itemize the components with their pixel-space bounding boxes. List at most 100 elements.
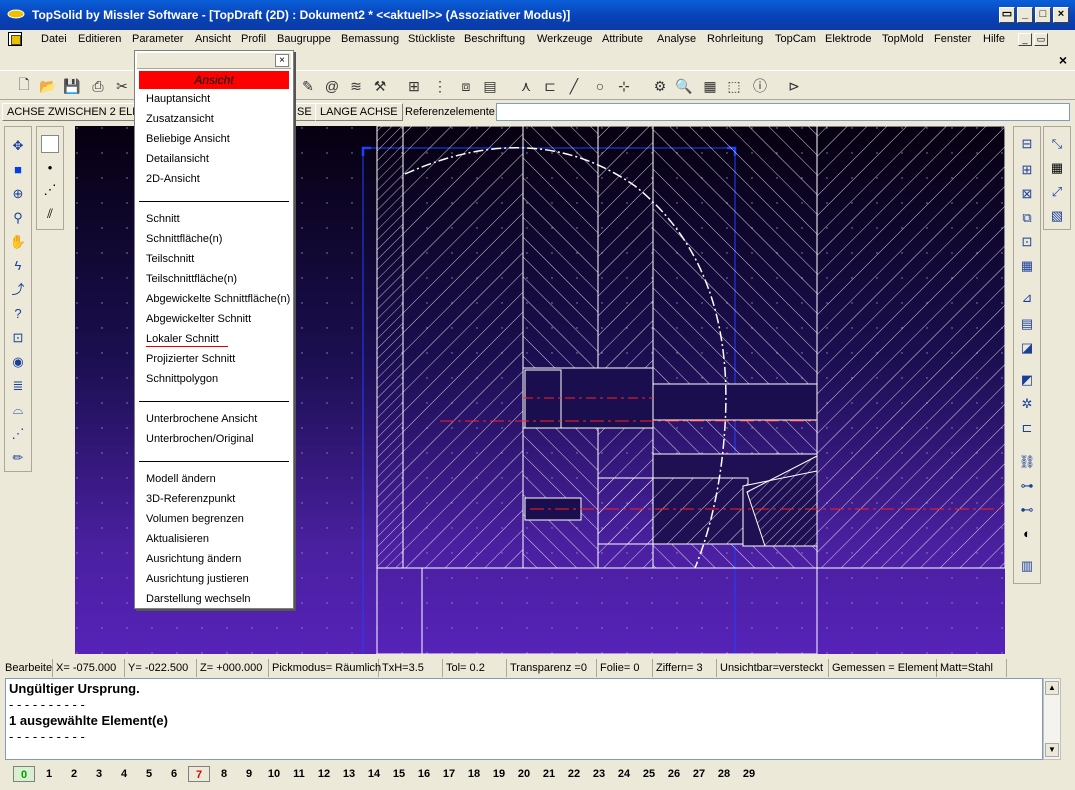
page-tab[interactable]: 21 (538, 766, 560, 782)
menu-editieren[interactable]: Editieren (78, 33, 121, 45)
menu-item-schnittpolygon[interactable]: Schnittpolygon (146, 373, 218, 385)
page-tab[interactable]: 10 (263, 766, 285, 782)
menu-item-darstellung-wechseln[interactable]: Darstellung wechseln (146, 593, 251, 605)
status-invisible[interactable]: Unsichtbar=versteckt (717, 659, 829, 677)
status-tolerance[interactable]: Tol= 0.2 (443, 659, 507, 677)
menu-ansicht[interactable]: Ansicht (195, 33, 231, 45)
menu-item-zusatzansicht[interactable]: Zusatzansicht (146, 113, 214, 125)
menu-item-aktualisieren[interactable]: Aktualisieren (146, 533, 209, 545)
page-tab[interactable]: 11 (288, 766, 310, 782)
circle-icon[interactable]: ○ (590, 76, 610, 96)
status-measured[interactable]: Gemessen = Element (829, 659, 938, 677)
page-tab[interactable]: 29 (738, 766, 760, 782)
section-icon[interactable]: ⊿ (1018, 289, 1036, 307)
rectangle-icon[interactable]: ■ (9, 161, 27, 179)
lightning-icon[interactable]: ϟ (9, 257, 27, 275)
page-tab[interactable]: 12 (313, 766, 335, 782)
menu-item-detailansicht[interactable]: Detailansicht (146, 153, 209, 165)
line-icon[interactable]: ╱ (564, 76, 584, 96)
menu-analyse[interactable]: Analyse (657, 33, 696, 45)
short-axis-button[interactable]: SE (292, 103, 317, 121)
view-aux-icon[interactable]: ⊠ (1018, 185, 1036, 203)
page-tab[interactable]: 20 (513, 766, 535, 782)
page-tab[interactable]: 28 (713, 766, 735, 782)
tree-view-icon[interactable]: ⋰ (9, 425, 27, 443)
figure-icon[interactable]: ⚒ (370, 76, 390, 96)
status-digits[interactable]: Ziffern= 3 (653, 659, 717, 677)
search-icon[interactable]: 🔍 (674, 76, 694, 96)
layer-stack-icon[interactable]: ◩ (1018, 371, 1036, 389)
menu-item-teilschnittflaechen[interactable]: Teilschnittfläche(n) (146, 273, 237, 285)
view-side-icon[interactable]: ⊞ (1018, 161, 1036, 179)
status-layer[interactable]: Folie= 0 (597, 659, 653, 677)
page-tab[interactable]: 4 (113, 766, 135, 782)
status-text-height[interactable]: TxH=3.5 (379, 659, 443, 677)
hat-icon[interactable]: ⌓ (9, 401, 27, 419)
stack-icon[interactable]: ▥ (1018, 557, 1036, 575)
menu-item-abgewickelte-schnittflaechen[interactable]: Abgewickelte Schnittfläche(n) (146, 293, 290, 305)
tool-icon[interactable]: ⚙ (650, 76, 670, 96)
resize-icon[interactable]: ⤢ (1048, 183, 1066, 201)
menu-item-beliebige-ansicht[interactable]: Beliebige Ansicht (146, 133, 230, 145)
status-transparency[interactable]: Transparenz =0 (507, 659, 597, 677)
menu-topcam[interactable]: TopCam (775, 33, 816, 45)
popup-titlebar[interactable]: × (137, 53, 291, 69)
eye-icon[interactable]: ◉ (9, 353, 27, 371)
menu-item-ausrichtung-justieren[interactable]: Ausrichtung justieren (146, 573, 249, 585)
menu-item-schnittflaechen[interactable]: Schnittfläche(n) (146, 233, 222, 245)
balance-icon[interactable]: ◐ (1018, 525, 1036, 543)
table-icon[interactable]: ▦ (1048, 159, 1066, 177)
cube-icon[interactable]: ⧈ (456, 76, 476, 96)
scroll-down-icon[interactable]: ▼ (1045, 743, 1059, 757)
page-tab[interactable]: 6 (163, 766, 185, 782)
menu-item-teilschnitt[interactable]: Teilschnitt (146, 253, 194, 265)
menu-item-volumen-begrenzen[interactable]: Volumen begrenzen (146, 513, 244, 525)
page-tab[interactable]: 22 (563, 766, 585, 782)
grid-icon[interactable]: ⊞ (404, 76, 424, 96)
mdi-close-button[interactable]: × (1059, 52, 1067, 68)
report-icon[interactable]: ▤ (480, 76, 500, 96)
page-tab[interactable]: 0 (13, 766, 35, 782)
page-tab[interactable]: 9 (238, 766, 260, 782)
menu-hilfe[interactable]: Hilfe (983, 33, 1005, 45)
text-block-icon[interactable]: ▧ (1048, 207, 1066, 225)
menu-item-abgewickelter-schnitt[interactable]: Abgewickelter Schnitt (146, 313, 251, 325)
point-icon[interactable]: ⊹ (614, 76, 634, 96)
minimize-button[interactable]: _ (1017, 7, 1033, 23)
lock-icon[interactable]: ⊡ (9, 329, 27, 347)
measure-icon[interactable]: ⊳ (784, 76, 804, 96)
view-iso-icon[interactable]: ⊡ (1018, 233, 1036, 251)
page-tab[interactable]: 16 (413, 766, 435, 782)
menu-item-ausrichtung-aendern[interactable]: Ausrichtung ändern (146, 553, 241, 565)
dot-icon[interactable]: • (41, 159, 59, 177)
query-icon[interactable]: ? (9, 305, 27, 323)
page-tab[interactable]: 14 (363, 766, 385, 782)
status-pickmode[interactable]: Pickmodus= Räumlich (269, 659, 381, 677)
view-detail-icon[interactable]: ⧉ (1018, 209, 1036, 227)
page-tab[interactable]: 2 (63, 766, 85, 782)
section-plane-icon[interactable]: ▤ (1018, 315, 1036, 333)
scissors-icon[interactable]: ✂ (112, 76, 132, 96)
diagonal-icon[interactable]: ⋰ (41, 181, 59, 199)
page-tab[interactable]: 19 (488, 766, 510, 782)
view-grid-icon[interactable]: ▦ (1018, 257, 1036, 275)
paint-icon[interactable]: ✎ (298, 76, 318, 96)
menu-item-unterbrochen-original[interactable]: Unterbrochen/Original (146, 433, 254, 445)
brush-icon[interactable]: ✏ (9, 449, 27, 467)
menu-item-2d-ansicht[interactable]: 2D-Ansicht (146, 173, 200, 185)
page-tab[interactable]: 7 (188, 766, 210, 782)
page-tab[interactable]: 18 (463, 766, 485, 782)
page-tab[interactable]: 27 (688, 766, 710, 782)
menu-item-3d-referenzpunkt[interactable]: 3D-Referenzpunkt (146, 493, 235, 505)
menu-datei[interactable]: Datei (41, 33, 67, 45)
page-tab[interactable]: 1 (38, 766, 60, 782)
close-button[interactable]: × (1053, 7, 1069, 23)
menu-topmold[interactable]: TopMold (882, 33, 924, 45)
menu-attribute[interactable]: Attribute (602, 33, 643, 45)
view-front-icon[interactable]: ⊟ (1018, 135, 1036, 153)
menu-bemassung[interactable]: Bemassung (341, 33, 399, 45)
page-tab[interactable]: 13 (338, 766, 360, 782)
status-material[interactable]: Matt=Stahl (937, 659, 1007, 677)
console-scrollbar[interactable]: ▲ ▼ (1043, 678, 1061, 760)
pan-icon[interactable]: ✋ (9, 233, 27, 251)
